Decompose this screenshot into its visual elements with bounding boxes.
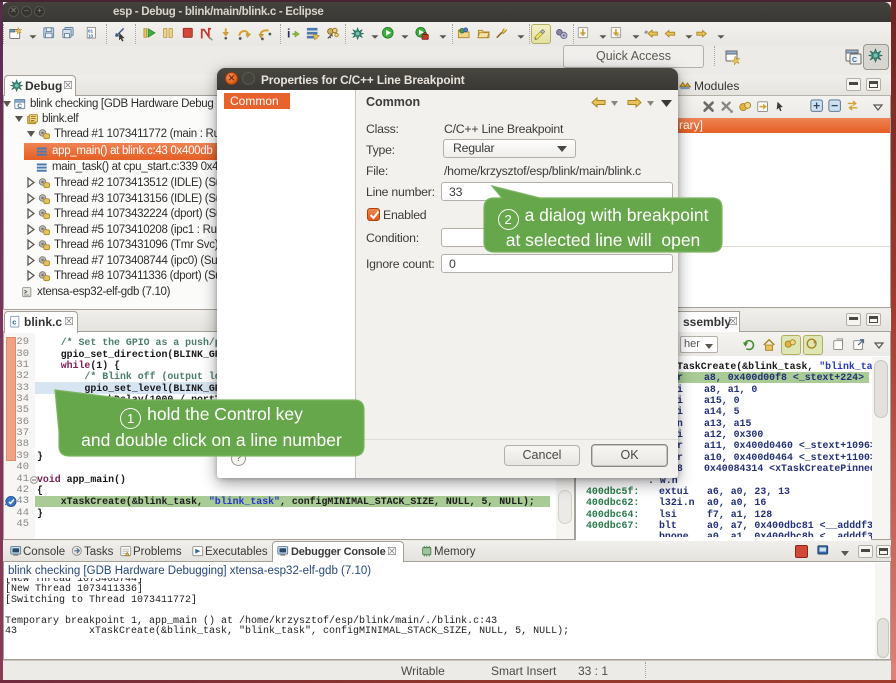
svg-text:10: 10	[88, 33, 94, 38]
svg-text:c: c	[12, 318, 16, 327]
svg-text:C: C	[17, 103, 22, 110]
svg-text:i: i	[287, 27, 290, 41]
svg-text:C: C	[852, 57, 857, 64]
